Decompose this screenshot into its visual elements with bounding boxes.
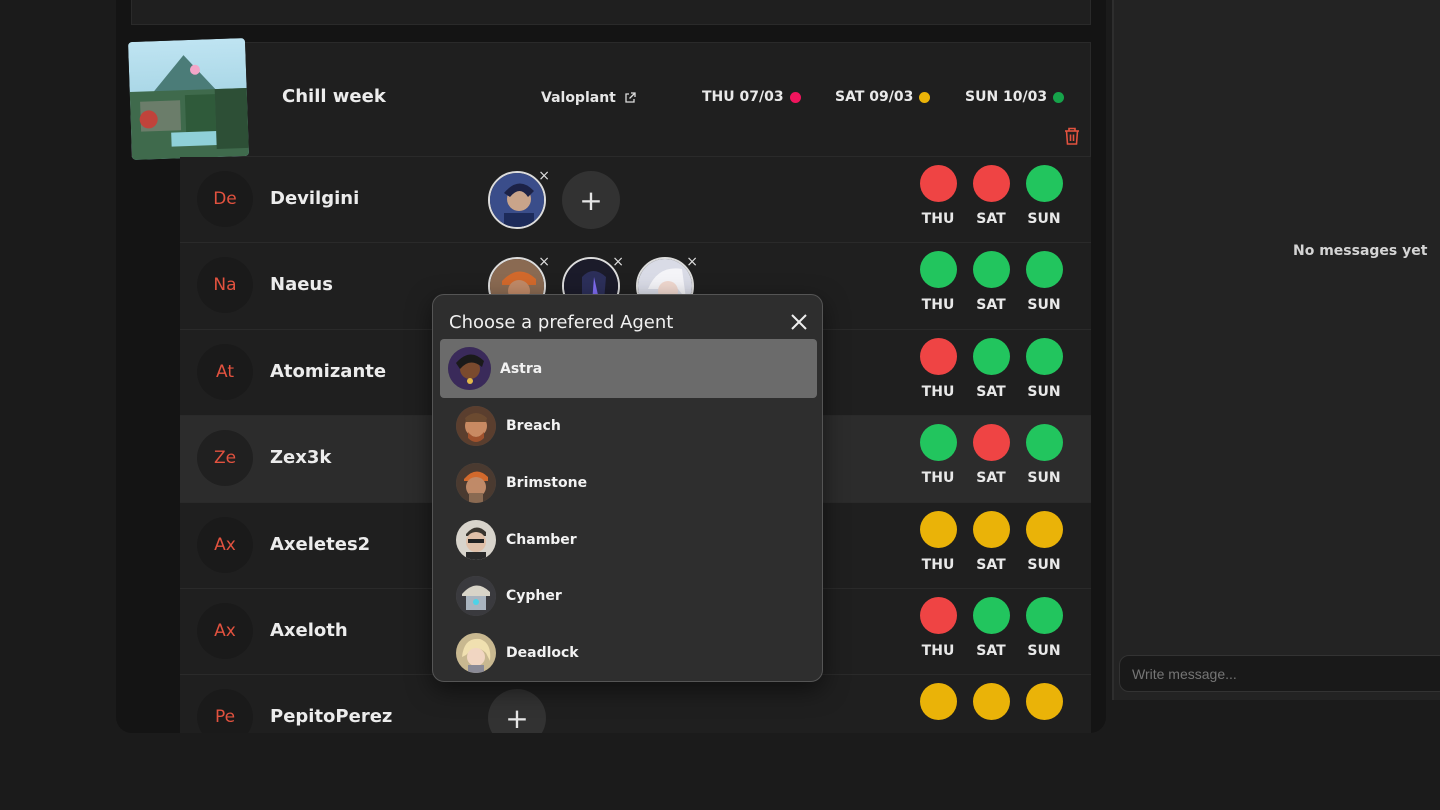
player-name: Naeus xyxy=(270,274,333,296)
map-thumbnail xyxy=(127,37,250,161)
player-name: Zex3k xyxy=(270,447,332,469)
add-agent-button[interactable]: + xyxy=(562,171,620,229)
availability-sun[interactable] xyxy=(1025,337,1063,375)
avatar: Ze xyxy=(197,430,253,487)
message-input[interactable] xyxy=(1119,655,1440,692)
availability: THU SAT SUN xyxy=(919,510,1063,573)
agent-name: Breach xyxy=(506,418,561,435)
availability-sat[interactable] xyxy=(972,337,1010,375)
agent-portrait xyxy=(448,347,491,390)
agent-name: Chamber xyxy=(506,531,577,548)
agent-name: Brimstone xyxy=(506,475,588,492)
availability-sun[interactable] xyxy=(1025,165,1063,202)
availability-sat[interactable] xyxy=(972,165,1010,202)
chat-empty-text: No messages yet xyxy=(1293,243,1428,259)
availability-sat[interactable] xyxy=(972,510,1010,548)
availability: THU SAT SUN xyxy=(919,251,1063,313)
availability-thu[interactable] xyxy=(919,337,957,375)
agent-option-breach[interactable]: Breach xyxy=(440,398,817,455)
date-sun: SUN 10/03 xyxy=(965,89,1065,105)
availability-sun[interactable] xyxy=(1025,424,1063,462)
agent-list: Astra Breach Brimstone Chamber Cypher De… xyxy=(440,339,817,681)
availability-thu[interactable] xyxy=(919,683,957,721)
date-status-dot xyxy=(1053,91,1065,103)
remove-agent-icon[interactable]: × xyxy=(538,255,550,269)
player-name: PepitoPerez xyxy=(270,706,393,728)
remove-agent-icon[interactable]: × xyxy=(686,255,698,269)
close-icon[interactable] xyxy=(790,313,808,331)
player-name: Axeloth xyxy=(270,619,348,641)
chat-panel xyxy=(1112,0,1440,700)
availability-sun[interactable] xyxy=(1025,510,1063,548)
availability-sat[interactable] xyxy=(972,251,1010,289)
date-status-dot xyxy=(789,91,801,103)
availability-thu[interactable] xyxy=(919,510,957,548)
availability-sun[interactable] xyxy=(1025,683,1063,721)
add-agent-button[interactable]: + xyxy=(488,689,546,734)
agent-portrait xyxy=(456,633,496,674)
avatar: Ax xyxy=(197,516,253,573)
agent-portrait xyxy=(456,576,496,617)
availability: THU SAT SUN xyxy=(919,424,1063,486)
availability-thu[interactable] xyxy=(919,424,957,462)
availability-thu[interactable] xyxy=(919,165,957,202)
agent-option-astra[interactable]: Astra xyxy=(440,339,817,398)
avatar: Pe xyxy=(197,689,253,734)
event-title: Chill week xyxy=(282,86,386,107)
availability-sun[interactable] xyxy=(1025,251,1063,289)
player-name: Axeletes2 xyxy=(270,533,371,555)
map-name: Valoplant xyxy=(541,90,616,106)
remove-agent-icon[interactable]: × xyxy=(612,255,624,269)
agent-portrait xyxy=(456,519,496,560)
date-sat: SAT 09/03 xyxy=(835,89,931,105)
availability-sat[interactable] xyxy=(972,424,1010,462)
modal-title: Choose a prefered Agent xyxy=(449,312,674,333)
availability-sat[interactable] xyxy=(972,596,1010,634)
avatar: At xyxy=(197,343,253,400)
agent-name: Cypher xyxy=(506,588,562,605)
trash-icon[interactable] xyxy=(1063,126,1081,146)
availability-thu[interactable] xyxy=(919,251,957,289)
remove-agent-icon[interactable]: × xyxy=(538,169,550,183)
date-status-dot xyxy=(919,91,931,103)
player-row: De Devilgini × + THU SAT SUN xyxy=(180,157,1091,244)
avatar: De xyxy=(197,171,253,227)
availability-sat[interactable] xyxy=(972,683,1010,721)
agent-portrait xyxy=(456,463,496,504)
agent-option-cypher[interactable]: Cypher xyxy=(440,568,817,625)
availability: THU SAT SUN xyxy=(919,596,1063,659)
agent-option-brimstone[interactable]: Brimstone xyxy=(440,455,817,512)
availability: THU SAT SUN xyxy=(919,337,1063,400)
player-name: Atomizante xyxy=(270,360,387,382)
agent-portrait xyxy=(456,406,496,447)
agent-name: Deadlock xyxy=(506,645,579,662)
agent-picker-modal: Choose a prefered Agent Astra Breach Bri… xyxy=(432,294,823,682)
avatar: Na xyxy=(197,257,253,314)
agent-selection: × + xyxy=(488,169,620,229)
availability: THU SAT SUN xyxy=(919,165,1063,227)
agent-option-deadlock[interactable]: Deadlock xyxy=(440,625,817,681)
availability-sun[interactable] xyxy=(1025,596,1063,634)
agent-option-chamber[interactable]: Chamber xyxy=(440,511,817,568)
player-name: Devilgini xyxy=(270,188,360,209)
availability-thu[interactable] xyxy=(919,596,957,634)
map-link[interactable]: Valoplant xyxy=(541,90,636,106)
player-row: Pe PepitoPerez + xyxy=(180,675,1091,734)
availability xyxy=(919,683,1063,721)
avatar: Ax xyxy=(197,602,253,659)
previous-event-card xyxy=(131,0,1091,25)
agent-chip: × xyxy=(488,169,550,229)
agent-name: Astra xyxy=(500,360,543,377)
date-thu: THU 07/03 xyxy=(702,89,801,105)
external-link-icon xyxy=(625,92,636,103)
agent-selection: + xyxy=(488,689,546,734)
